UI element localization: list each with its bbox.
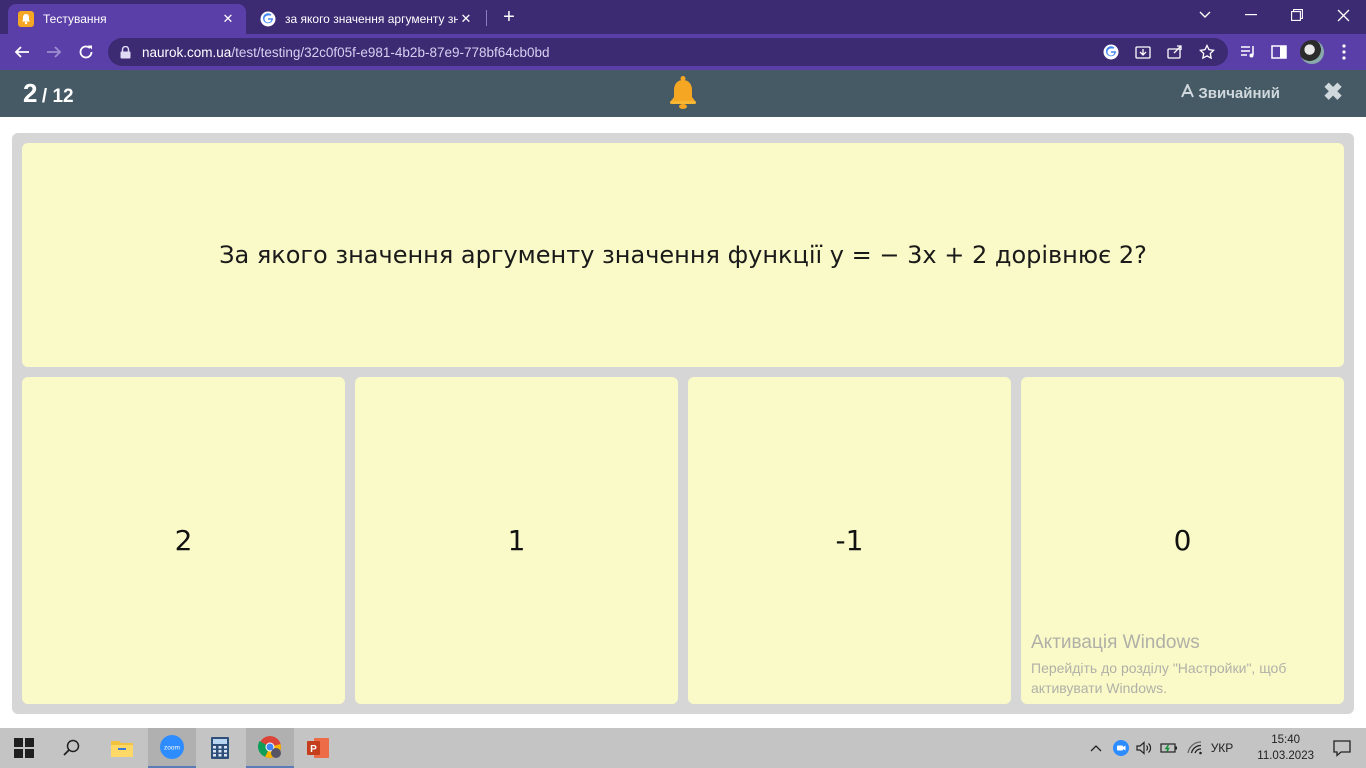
zoom-tray-icon[interactable] [1110,728,1132,768]
zoom-icon[interactable]: zoom [148,728,196,768]
show-hidden-icons-chevron-icon[interactable] [1086,728,1106,768]
tab-google-search[interactable]: за якого значення аргументу значення ✕ [250,4,484,34]
wifi-icon[interactable] [1184,728,1206,768]
url-text[interactable]: naurok.com.ua/test/testing/32c0f05f-e981… [142,45,550,60]
browser-toolbar: naurok.com.ua/test/testing/32c0f05f-e981… [0,34,1366,70]
watermark-line-1: Перейдіть до розділу "Настройки", щоб [1031,660,1287,676]
quiz-header: 2 / 12 Звичайний ✖ [0,70,1366,117]
windows-taskbar: zoom P УКР 15:40 11.03.2023 [0,728,1366,768]
clock-time: 15:40 [1271,734,1301,746]
google-lens-icon[interactable] [1102,43,1120,61]
exit-test-button[interactable]: ✖ [1322,81,1344,105]
file-explorer-icon[interactable] [98,728,146,768]
system-clock[interactable]: 15:40 11.03.2023 [1257,732,1314,764]
bell-favicon-icon [18,11,34,27]
answer-option-label: -1 [835,524,864,557]
tab-search-chevron-icon[interactable] [1182,0,1228,30]
notifications-icon[interactable] [1332,738,1352,758]
install-app-icon[interactable] [1134,43,1152,61]
windows-activation-watermark: Активація Windows Перейдіть до розділу "… [1031,632,1286,698]
answer-option[interactable]: 1 [355,377,678,704]
battery-icon[interactable] [1158,728,1180,768]
svg-text:P: P [310,744,317,755]
bookmark-star-icon[interactable] [1198,43,1216,61]
url-path: /test/testing/32c0f05f-e981-4b2b-87e9-77… [231,44,550,60]
bell-logo-icon [668,75,698,111]
search-icon[interactable] [48,728,96,768]
watermark-title: Активація Windows [1031,632,1200,653]
input-language-indicator[interactable]: УКР [1208,728,1236,768]
tab-separator [486,10,487,26]
profile-avatar[interactable] [1300,40,1324,64]
display-mode-label: Звичайний [1198,84,1280,102]
start-icon[interactable] [0,728,48,768]
svg-text:zoom: zoom [164,745,180,752]
answer-option[interactable]: -1 [688,377,1011,704]
total-questions: / 12 [41,86,74,107]
question-text: За якого значення аргументу значення фун… [219,241,1147,269]
chrome-icon[interactable] [246,728,294,768]
answer-option-label: 1 [507,524,526,557]
powerpoint-icon[interactable]: P [294,728,342,768]
answer-option-label: 0 [1173,524,1192,557]
close-window-icon[interactable] [1320,0,1366,30]
minimize-icon[interactable] [1228,0,1274,30]
url-host: naurok.com.ua [142,44,232,60]
address-bar[interactable]: naurok.com.ua/test/testing/32c0f05f-e981… [108,38,1228,66]
new-tab-button[interactable]: + [498,6,520,28]
side-panel-icon[interactable] [1267,40,1291,64]
display-mode-toggle[interactable]: Звичайний [1181,82,1280,102]
forward-arrow-icon[interactable] [42,40,66,64]
answer-option[interactable]: 2 [22,377,345,704]
close-tab-icon[interactable]: ✕ [458,11,474,27]
media-controls-icon[interactable] [1236,40,1260,64]
share-icon[interactable] [1166,43,1184,61]
font-size-icon [1181,82,1195,102]
answer-option-label: 2 [174,524,193,557]
volume-icon[interactable] [1134,728,1154,768]
question-card: За якого значення аргументу значення фун… [22,143,1344,367]
clock-date: 11.03.2023 [1257,750,1314,762]
back-arrow-icon[interactable] [10,40,34,64]
tab-title: Тестування [43,12,107,26]
browser-tab-strip: Тестування ✕ за якого значення аргументу… [0,0,1366,34]
google-favicon-icon [260,11,276,27]
current-question-number: 2 [23,78,38,108]
menu-kebab-icon[interactable] [1332,40,1356,64]
close-tab-icon[interactable]: ✕ [220,11,236,27]
watermark-line-2: активувати Windows. [1031,680,1167,696]
lock-icon[interactable] [118,45,132,59]
tab-title: за якого значення аргументу значення [285,12,458,26]
question-counter: 2 / 12 [23,78,74,109]
calculator-icon[interactable] [196,728,244,768]
restore-icon[interactable] [1274,0,1320,30]
tab-testing[interactable]: Тестування ✕ [8,4,246,34]
reload-icon[interactable] [74,40,98,64]
